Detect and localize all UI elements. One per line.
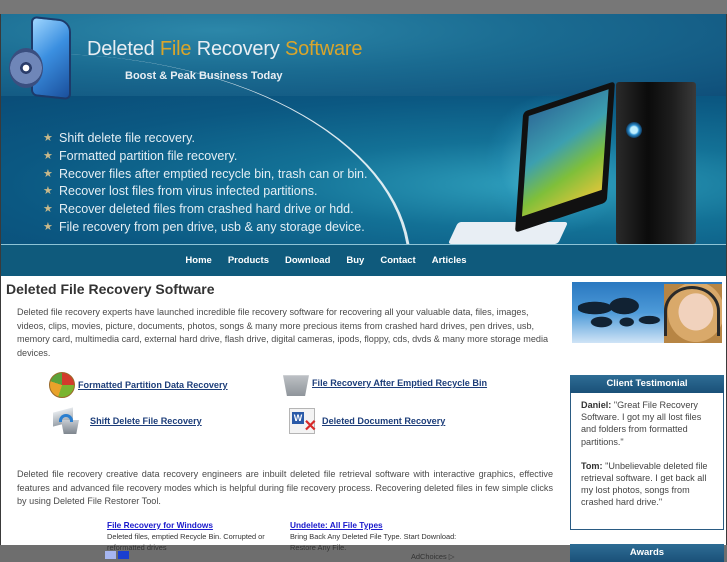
testimonial-item: Tom: "Unbelievable deleted file retrieva… bbox=[581, 460, 708, 508]
shift-delete-icon bbox=[53, 407, 79, 434]
star-icon: ★ bbox=[43, 149, 53, 162]
feature-item: ★ Shift delete file recovery. bbox=[43, 130, 367, 148]
intro-paragraph: Deleted file recovery experts have launc… bbox=[17, 307, 549, 359]
ad-title-link[interactable]: Undelete: All File Types bbox=[290, 520, 465, 530]
feature-links: Formatted Partition Data Recovery File R… bbox=[49, 368, 549, 438]
star-icon: ★ bbox=[43, 167, 53, 180]
feature-list: ★ Shift delete file recovery. ★ Formatted … bbox=[43, 130, 367, 237]
power-button-icon bbox=[626, 122, 642, 138]
link-deleted-document-recovery[interactable]: W ✕ Deleted Document Recovery bbox=[289, 408, 445, 435]
nav-download[interactable]: Download bbox=[277, 255, 338, 266]
star-icon: ★ bbox=[43, 185, 53, 198]
body-paragraph: Deleted file recovery creative data reco… bbox=[17, 469, 553, 507]
browser-top-strip bbox=[0, 0, 727, 14]
feature-item: ★ File recovery from pen drive, usb & any… bbox=[43, 219, 367, 237]
link-recycle-bin-recovery[interactable]: File Recovery After Emptied Recycle Bin bbox=[283, 370, 487, 396]
star-icon: ★ bbox=[43, 132, 53, 144]
ad-item: File Recovery for Windows Deleted files,… bbox=[107, 520, 282, 553]
headset-icon bbox=[664, 286, 720, 336]
nav-buy[interactable]: Buy bbox=[338, 255, 372, 266]
feature-item: ★ Recover files after emptied recycle bin… bbox=[43, 166, 367, 184]
pc-tower-icon bbox=[616, 82, 696, 244]
tagline: Boost & Peak Business Today bbox=[125, 70, 283, 82]
partition-pie-icon bbox=[49, 372, 75, 398]
nav-contact[interactable]: Contact bbox=[372, 255, 423, 266]
computer-illustration bbox=[441, 74, 726, 244]
nav-home[interactable]: Home bbox=[177, 255, 219, 266]
link-shift-delete-recovery[interactable]: Shift Delete File Recovery bbox=[53, 407, 202, 434]
link-formatted-partition-recovery[interactable]: Formatted Partition Data Recovery bbox=[49, 372, 228, 398]
feature-item: ★ Recover deleted files from crashed hard… bbox=[43, 201, 367, 219]
testimonial-item: Daniel: "Great File Recovery Software. I… bbox=[581, 400, 702, 447]
feature-item: ★ Formatted partition file recovery. bbox=[43, 148, 367, 166]
header-banner: Deleted File Recovery Software Boost & P… bbox=[1, 14, 726, 244]
nav-products[interactable]: Products bbox=[220, 255, 277, 266]
page: Deleted File Recovery Software Boost & P… bbox=[0, 14, 727, 562]
word-document-icon: W ✕ bbox=[289, 408, 317, 435]
ad-title-link[interactable]: File Recovery for Windows bbox=[107, 520, 282, 530]
testimonial-heading: Client Testimonial bbox=[570, 375, 724, 393]
keyboard-icon bbox=[447, 222, 569, 244]
site-title: Deleted File Recovery Software bbox=[87, 38, 363, 60]
ad-block: File Recovery for Windows Deleted files,… bbox=[107, 520, 456, 553]
ad-description: Deleted files, emptied Recycle Bin. Corr… bbox=[107, 532, 265, 552]
testimonial-box: Daniel: "Great File Recovery Software. I… bbox=[570, 393, 724, 530]
star-icon: ★ bbox=[43, 203, 53, 216]
awards-heading: Awards bbox=[570, 544, 724, 562]
ad-next-button[interactable] bbox=[118, 551, 129, 559]
feature-item: ★ Recover lost files from virus infected … bbox=[43, 183, 367, 201]
cd-disc-icon bbox=[9, 48, 43, 88]
nav-articles[interactable]: Articles bbox=[424, 255, 475, 266]
star-icon: ★ bbox=[43, 220, 53, 233]
page-title: Deleted File Recovery Software bbox=[6, 281, 215, 297]
ad-pagination bbox=[105, 551, 129, 559]
content-area: Deleted File Recovery Software Deleted f… bbox=[1, 276, 726, 562]
ad-item: Undelete: All File Types Bring Back Any … bbox=[290, 520, 465, 553]
main-nav: Home Products Download Buy Contact Artic… bbox=[1, 244, 726, 276]
adchoices-link[interactable]: AdChoices ▷ bbox=[411, 552, 454, 561]
ad-prev-button[interactable] bbox=[105, 551, 116, 559]
software-box-logo-icon[interactable] bbox=[9, 15, 73, 108]
ad-description: Bring Back Any Deleted File Type. Start … bbox=[290, 532, 457, 552]
support-agent-image bbox=[572, 282, 722, 343]
world-map-icon bbox=[578, 292, 662, 332]
recycle-bin-icon bbox=[283, 375, 309, 396]
